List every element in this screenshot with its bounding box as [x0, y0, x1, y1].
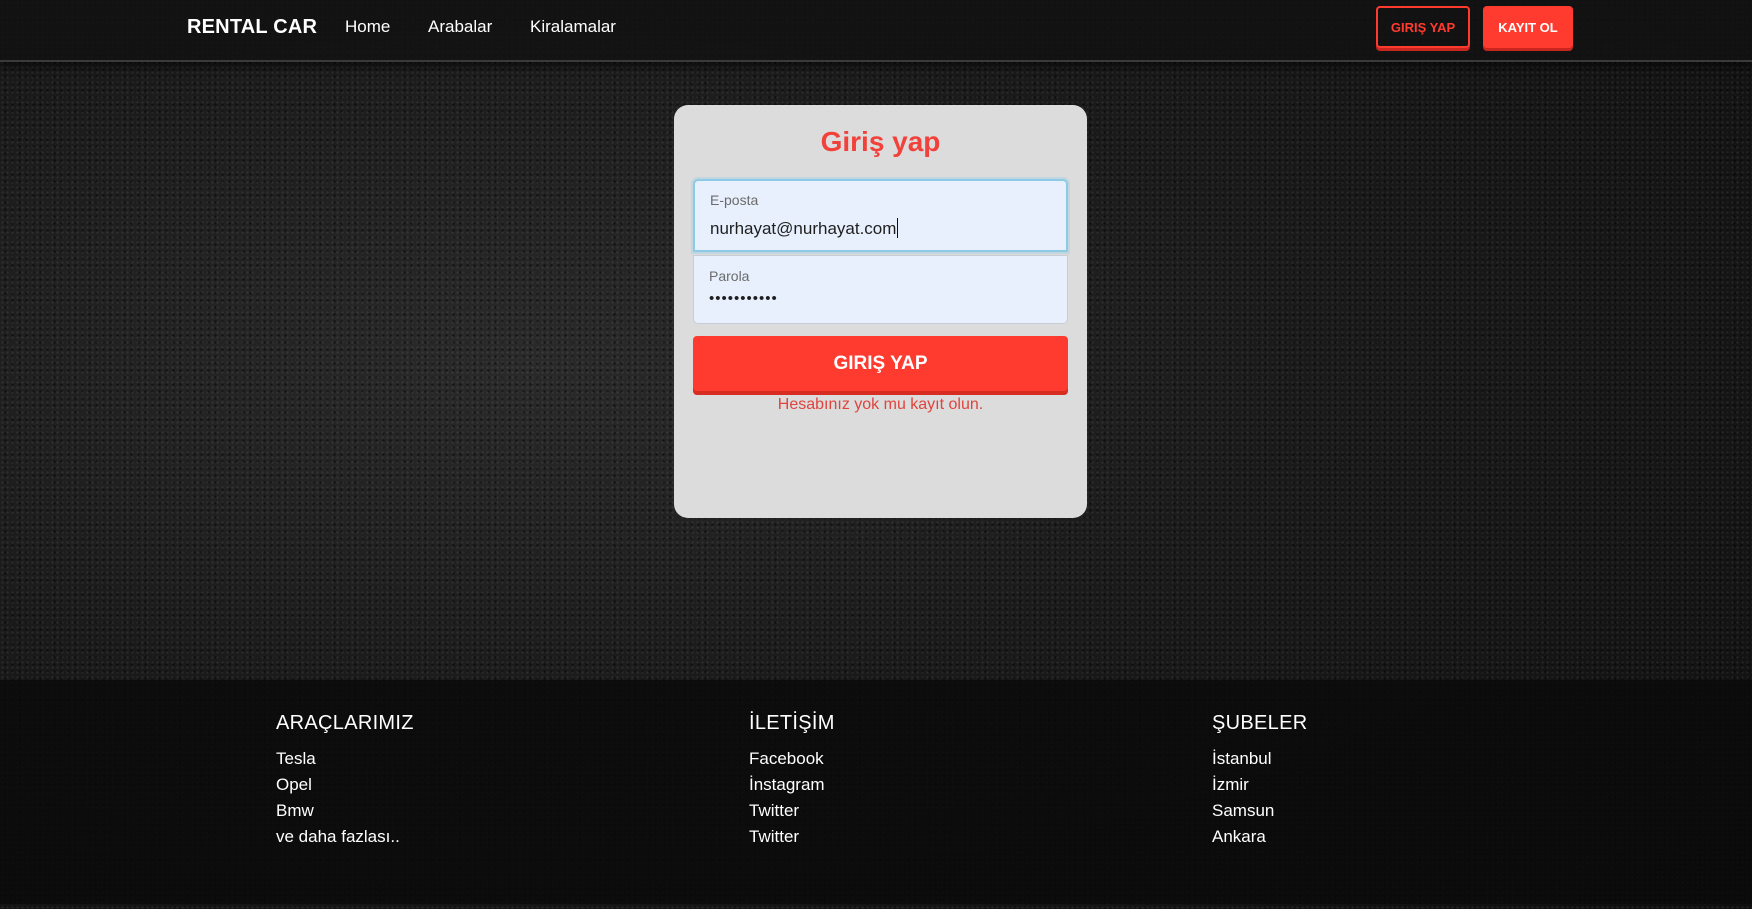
nav-link-arabalar[interactable]: Arabalar	[428, 17, 492, 37]
footer-link-twitter-2[interactable]: Twitter	[749, 824, 835, 850]
footer-column-title: İLETİŞİM	[749, 712, 835, 734]
nav-link-kiralamalar[interactable]: Kiralamalar	[530, 17, 616, 37]
brand-logo[interactable]: RENTAL CAR	[187, 16, 317, 39]
footer-column-title: ARAÇLARIMIZ	[276, 712, 414, 734]
email-field[interactable]: E-posta nurhayat@nurhayat.com	[693, 179, 1068, 252]
navbar: RENTAL CAR Home Arabalar Kiralamalar GIR…	[0, 0, 1752, 62]
footer-link-samsun[interactable]: Samsun	[1212, 798, 1307, 824]
footer-link-bmw[interactable]: Bmw	[276, 798, 414, 824]
footer-link-facebook[interactable]: Facebook	[749, 746, 835, 772]
footer-link-istanbul[interactable]: İstanbul	[1212, 746, 1307, 772]
text-cursor	[897, 218, 899, 238]
footer-column-contact: İLETİŞİM Facebook İnstagram Twitter Twit…	[749, 712, 835, 850]
password-field[interactable]: Parola •••••••••••	[693, 255, 1068, 324]
footer-column-branches: ŞUBELER İstanbul İzmir Samsun Ankara	[1212, 712, 1307, 850]
footer-link-more[interactable]: ve daha fazlası..	[276, 824, 414, 850]
footer-link-twitter[interactable]: Twitter	[749, 798, 835, 824]
login-title: Giriş yap	[820, 126, 941, 157]
password-label: Parola	[709, 268, 750, 284]
nav-login-button[interactable]: GIRIŞ YAP	[1376, 6, 1470, 48]
footer: ARAÇLARIMIZ Tesla Opel Bmw ve daha fazla…	[0, 680, 1752, 904]
footer-column-vehicles: ARAÇLARIMIZ Tesla Opel Bmw ve daha fazla…	[276, 712, 414, 850]
nav-register-button[interactable]: KAYIT OL	[1483, 6, 1573, 48]
footer-link-opel[interactable]: Opel	[276, 772, 414, 798]
footer-link-instagram[interactable]: İnstagram	[749, 772, 835, 798]
email-value[interactable]: nurhayat@nurhayat.com	[710, 218, 899, 239]
password-value[interactable]: •••••••••••	[709, 290, 778, 307]
login-card: Giriş yap E-posta nurhayat@nurhayat.com …	[674, 105, 1087, 518]
login-submit-button[interactable]: GIRIŞ YAP	[693, 336, 1068, 391]
email-label: E-posta	[710, 192, 759, 208]
footer-link-tesla[interactable]: Tesla	[276, 746, 414, 772]
footer-column-title: ŞUBELER	[1212, 712, 1308, 734]
footer-link-izmir[interactable]: İzmir	[1212, 772, 1307, 798]
register-link[interactable]: Hesabınız yok mu kayıt olun.	[674, 396, 1087, 414]
nav-link-home[interactable]: Home	[345, 17, 390, 37]
footer-link-ankara[interactable]: Ankara	[1212, 824, 1307, 850]
